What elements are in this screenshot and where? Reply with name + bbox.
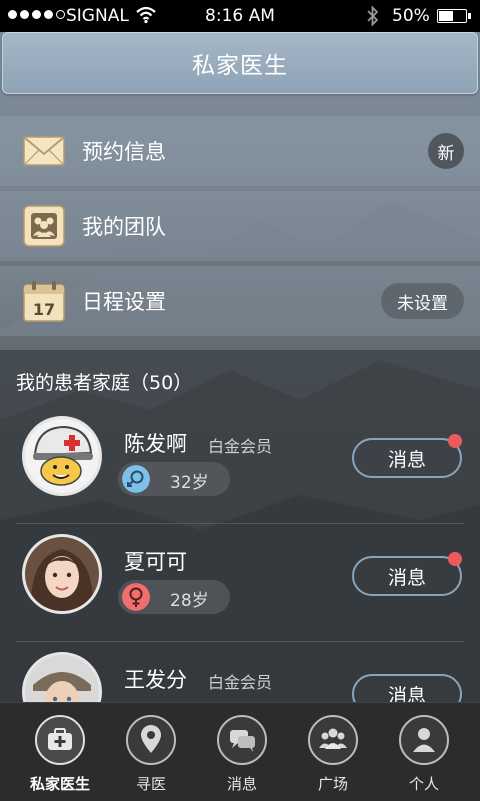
patient-row[interactable]: 陈发啊 白金会员 32岁 消息 — [0, 406, 480, 524]
cartoon-doctor-avatar — [25, 419, 99, 493]
mail-icon — [23, 136, 65, 166]
bluetooth-icon — [367, 5, 379, 27]
location-pin-icon — [126, 715, 176, 765]
tab-label: 消息 — [226, 775, 257, 793]
menu-list: 预约信息 新 我的团队 17 日程设置 未设置 — [0, 116, 480, 341]
message-button[interactable]: 消息 — [352, 552, 462, 596]
tab-plaza[interactable]: 广场 — [285, 703, 381, 801]
new-badge: 新 — [428, 133, 464, 169]
group-icon — [308, 715, 358, 765]
menu-item-schedule[interactable]: 17 日程设置 未设置 — [0, 266, 480, 336]
avatar — [22, 534, 102, 614]
person-photo-avatar — [25, 655, 99, 702]
unread-dot — [448, 552, 462, 566]
battery-icon — [437, 9, 471, 23]
page-title: 私家医生 — [192, 53, 288, 79]
tab-profile[interactable]: 个人 — [376, 703, 472, 801]
unread-dot — [448, 434, 462, 448]
tab-messages[interactable]: 消息 — [194, 703, 290, 801]
patient-row[interactable]: 王发分 白金会员 消息 — [0, 642, 480, 702]
message-button-label: 消息 — [387, 448, 426, 471]
patient-name: 夏可可 — [124, 550, 187, 574]
tab-bar: 私家医生 寻医 消息 广场 个人 — [0, 702, 480, 801]
calendar-day: 17 — [33, 300, 55, 319]
patient-row[interactable]: 夏可可 28岁 消息 — [0, 524, 480, 642]
age-badge: 28岁 — [118, 580, 230, 614]
tab-label: 私家医生 — [29, 775, 90, 793]
patient-name: 王发分 — [124, 668, 187, 692]
unset-badge: 未设置 — [381, 283, 464, 319]
tab-label: 广场 — [317, 775, 348, 793]
membership-badge: 白金会员 — [208, 673, 273, 692]
menu-item-label: 预约信息 — [82, 140, 166, 164]
membership-badge: 白金会员 — [208, 437, 273, 456]
chat-bubbles-icon — [217, 715, 267, 765]
status-bar: SIGNAL 8:16 AM 50% — [0, 0, 480, 32]
message-button-label: 消息 — [387, 684, 426, 703]
tab-find-doctor[interactable]: 寻医 — [103, 703, 199, 801]
section-title: 我的患者家庭（50） — [16, 372, 193, 394]
female-icon — [122, 583, 150, 611]
male-icon — [122, 465, 150, 493]
tab-label: 个人 — [408, 775, 439, 793]
tab-private-doctor[interactable]: 私家医生 — [12, 703, 108, 801]
menu-item-label: 我的团队 — [82, 215, 166, 239]
menu-item-appointments[interactable]: 预约信息 新 — [0, 116, 480, 186]
calendar-icon: 17 — [23, 281, 65, 322]
patient-age: 28岁 — [170, 591, 209, 611]
person-icon — [399, 715, 449, 765]
message-button[interactable]: 消息 — [352, 674, 462, 702]
patient-name: 陈发啊 — [124, 432, 187, 456]
menu-item-my-team[interactable]: 我的团队 — [0, 191, 480, 261]
message-button[interactable]: 消息 — [352, 434, 462, 478]
patient-families-section: 我的患者家庭（50） 陈发啊 白金会员 32岁 消息 夏可可 28岁 消息 王发… — [0, 350, 480, 702]
medical-kit-icon — [35, 715, 85, 765]
avatar — [22, 416, 102, 496]
nav-header: 私家医生 — [2, 32, 478, 94]
menu-item-label: 日程设置 — [82, 290, 166, 314]
patient-age: 32岁 — [170, 473, 209, 493]
avatar — [22, 652, 102, 702]
woman-photo-avatar — [25, 537, 99, 611]
age-badge: 32岁 — [118, 462, 230, 496]
message-button-label: 消息 — [387, 566, 426, 589]
team-icon — [23, 205, 65, 247]
tab-label: 寻医 — [135, 775, 166, 793]
battery-percent: 50% — [392, 6, 430, 26]
